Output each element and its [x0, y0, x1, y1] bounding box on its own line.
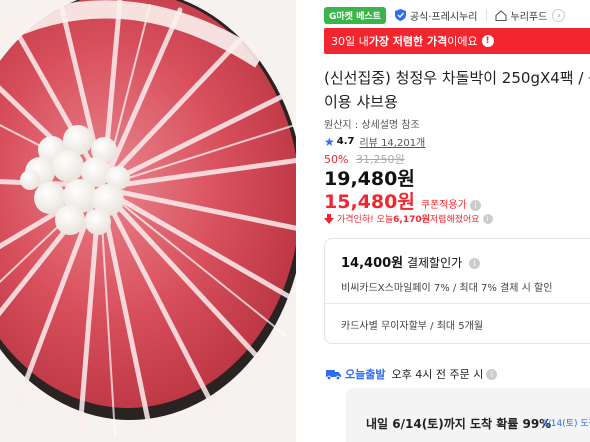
info-icon[interactable]: i: [469, 200, 481, 211]
info-icon[interactable]: !: [481, 35, 494, 47]
rating-score: 4.7: [336, 136, 355, 147]
product-title: (신선집중) 청정우 차돌박이 250gX4팩 / 구이용 샤브용: [324, 69, 590, 111]
coupon-price-row: 15,480원 쿠폰적용가 i: [324, 187, 481, 214]
order-cutoff: 오후 4시 전 주문 시: [391, 368, 484, 381]
price-drop-amount: 6,170원: [393, 215, 430, 225]
price-drop-note: 가격인하! 오늘 6,170원 저렴해졌어요 i: [324, 212, 493, 225]
payment-price: 14,400원: [341, 256, 404, 271]
coupon-price: 15,480원: [324, 191, 415, 213]
today-ship-label: 오늘출발: [345, 368, 386, 381]
chevron-right-icon: ›: [552, 8, 566, 22]
price-drop-suffix: 저렴해졌어요: [429, 215, 480, 225]
price-drop-icon: [324, 213, 334, 224]
official-partner-badge[interactable]: 공식·프레시누리: [394, 8, 478, 23]
beef-platter-image: [0, 0, 296, 442]
store-name: 누리푸드: [510, 11, 548, 23]
payment-description: 비씨카드X스마일페이 7% / 최대 7% 결제 시 할인: [341, 283, 553, 294]
payment-price-label: 결제할인가: [403, 256, 463, 270]
coupon-price-label: 쿠폰적용가: [420, 200, 467, 211]
payment-price-row: 14,400원 결제할인가 i: [341, 252, 480, 271]
divider: [485, 9, 487, 21]
gmarket-best-badge[interactable]: G마켓 베스트: [324, 6, 386, 24]
truck-icon: [326, 369, 341, 380]
info-icon[interactable]: i: [486, 368, 498, 380]
badge-row: G마켓 베스트 공식·프레시누리 누리푸드 ›: [324, 6, 566, 24]
arrival-date: 6/14(토) 도착: [542, 419, 590, 429]
official-partner-label: 공식·프레시누리: [409, 11, 478, 23]
info-icon[interactable]: i: [468, 258, 480, 269]
payment-benefit-box: 14,400원 결제할인가 i 비씨카드X스마일페이 7% / 최대 7% 결제…: [324, 238, 590, 344]
info-icon[interactable]: i: [482, 213, 493, 224]
divider: [325, 303, 590, 304]
delivery-row: 오늘출발 오후 4시 전 주문 시 i: [326, 366, 498, 382]
price-drop-prefix: 가격인하! 오늘: [337, 215, 394, 225]
product-image[interactable]: [0, 0, 296, 442]
rating-row: ★ 4.7 리뷰 14,201개: [324, 134, 425, 150]
lowest-price-suffix: 이에요: [447, 35, 478, 48]
review-count-link[interactable]: 리뷰 14,201개: [359, 134, 425, 149]
home-icon: [494, 9, 507, 21]
product-origin: 원산지 : 상세설명 참조: [324, 120, 420, 131]
shield-check-icon: [394, 9, 406, 21]
lowest-price-prefix: 30일 내: [331, 35, 369, 48]
store-link[interactable]: 누리푸드 ›: [494, 8, 566, 23]
lowest-price-highlight: 가장 저렴한 가격: [368, 35, 448, 48]
product-info-panel: G마켓 베스트 공식·프레시누리 누리푸드 › 30일 내 가장 저렴한 가격 …: [324, 0, 590, 442]
star-icon: ★: [324, 134, 335, 149]
arrival-probability: 내일 6/14(토)까지 도착 확률 99%: [366, 417, 552, 431]
lowest-price-banner: 30일 내 가장 저렴한 가격 이에요 !: [324, 28, 590, 54]
arrival-estimate-box[interactable]: 내일 6/14(토)까지 도착 확률 99% 6/14(토) 도착: [346, 388, 590, 442]
installment-info[interactable]: 카드사별 무이자할부 / 최대 5개월: [341, 317, 483, 332]
